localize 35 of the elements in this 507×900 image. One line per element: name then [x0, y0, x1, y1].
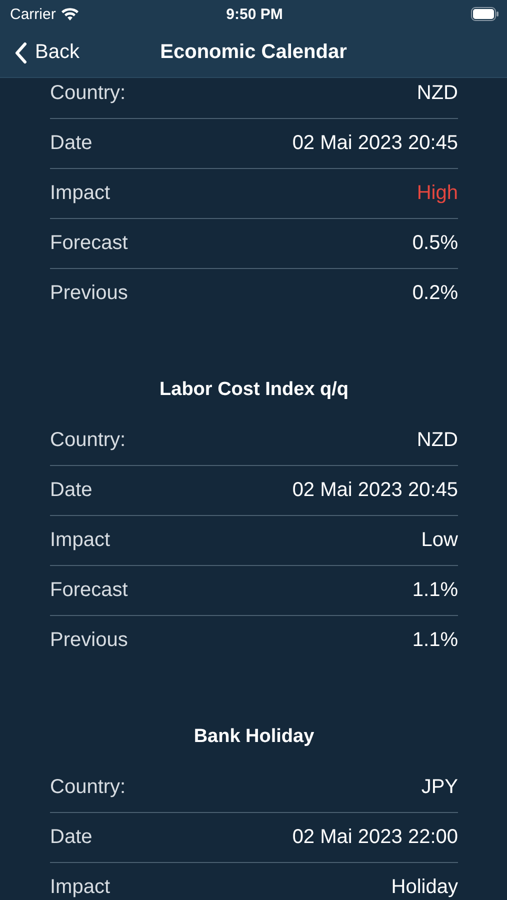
event-title: Labor Cost Index q/q — [158, 378, 350, 402]
field-label: Date — [50, 479, 92, 502]
field-value: High — [416, 182, 458, 205]
event-title: Bank Holiday — [192, 725, 316, 749]
back-button[interactable]: Back — [14, 41, 80, 64]
clock-time: 9:50 PM — [226, 6, 283, 22]
field-label: Country: — [50, 82, 126, 104]
field-value: 0.2% — [412, 282, 458, 305]
screen-title: Economic Calendar — [160, 41, 347, 64]
field-value: 1.1% — [412, 579, 458, 602]
carrier-label: Carrier — [10, 6, 56, 22]
battery-icon — [471, 7, 499, 21]
field-label: Impact — [50, 182, 110, 205]
field-value: Low — [421, 529, 458, 552]
field-label: Date — [50, 826, 92, 849]
chevron-left-icon — [14, 42, 27, 64]
field-label: Forecast — [50, 579, 128, 602]
field-value: 02 Mai 2023 20:45 — [292, 479, 458, 502]
field-value: 02 Mai 2023 20:45 — [292, 132, 458, 155]
field-label: Previous — [50, 282, 128, 305]
field-label: Impact — [50, 529, 110, 552]
field-value: Holiday — [391, 876, 458, 899]
wifi-icon — [60, 8, 79, 20]
field-label: Previous — [50, 629, 128, 652]
field-label: Forecast — [50, 232, 128, 255]
field-label: Country: — [50, 428, 126, 452]
field-label: Impact — [50, 876, 110, 899]
field-label: Date — [50, 132, 92, 155]
field-value: NZD — [416, 82, 458, 104]
field-label: Country: — [50, 776, 126, 798]
field-value: JPY — [421, 776, 458, 798]
field-value: 0.5% — [412, 232, 458, 255]
field-value: 02 Mai 2023 22:00 — [292, 826, 458, 849]
field-value: NZD — [416, 428, 458, 452]
field-value: 1.1% — [412, 629, 458, 652]
